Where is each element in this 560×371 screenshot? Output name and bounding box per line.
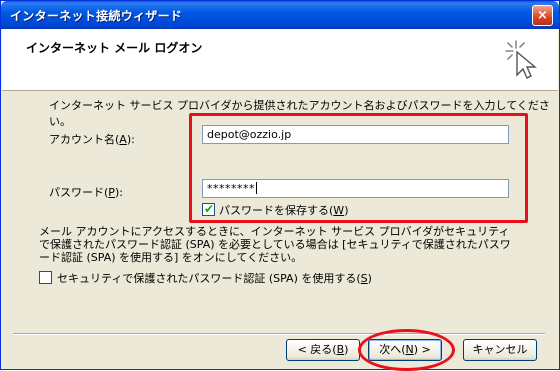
wizard-header: インターネット メール ログオン bbox=[2, 29, 558, 91]
window-title: インターネット接続ウィザード bbox=[10, 9, 183, 23]
spa-description: メール アカウントにアクセスするときに、インターネット サービス プロバイダがセ… bbox=[39, 225, 511, 264]
password-label: パスワード(P): bbox=[49, 186, 123, 199]
spa-checkbox[interactable] bbox=[39, 271, 52, 284]
click-cursor-icon bbox=[505, 40, 537, 79]
cancel-button[interactable]: キャンセル bbox=[463, 339, 537, 361]
close-button[interactable]: × bbox=[532, 5, 553, 26]
title-bar[interactable]: インターネット接続ウィザード × bbox=[1, 1, 559, 29]
button-separator bbox=[13, 333, 545, 335]
wizard-window: インターネット接続ウィザード × インターネット メール ログオン インターネッ… bbox=[0, 0, 560, 371]
page-title: インターネット メール ログオン bbox=[26, 41, 203, 55]
close-icon: × bbox=[537, 8, 548, 23]
annotation-highlight-box bbox=[189, 113, 528, 223]
account-name-label: アカウント名(A): bbox=[49, 133, 135, 146]
back-button[interactable]: < 戻る(B) bbox=[286, 339, 360, 361]
annotation-highlight-oval bbox=[358, 329, 455, 371]
spa-label[interactable]: セキュリティで保護されたパスワード認証 (SPA) を使用する(S) bbox=[57, 270, 372, 286]
